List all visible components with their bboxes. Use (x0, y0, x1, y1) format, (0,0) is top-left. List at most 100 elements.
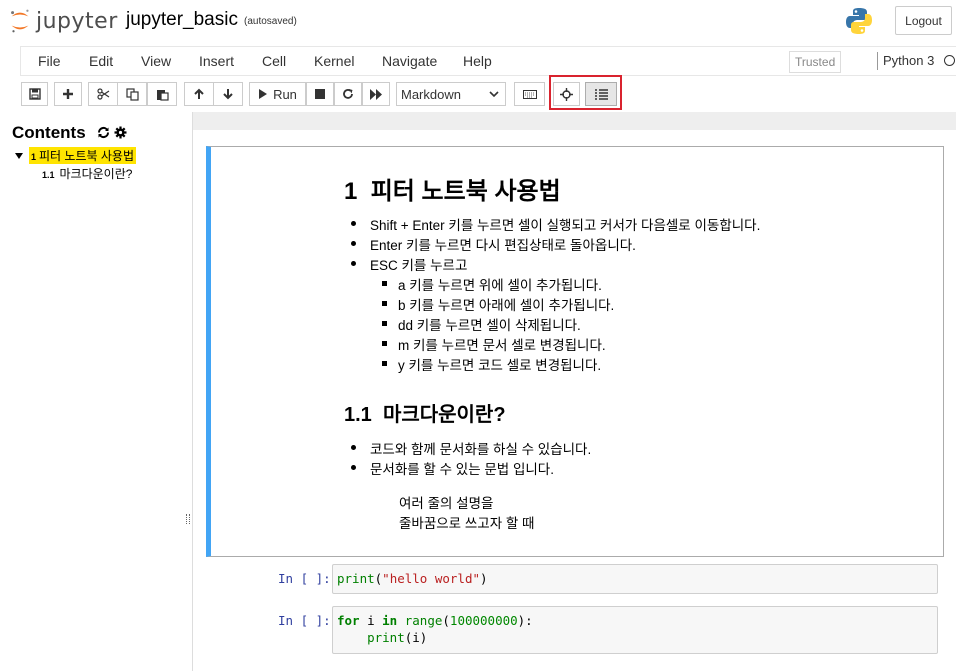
insert-cell-button[interactable] (54, 82, 82, 106)
python-logo-icon (846, 8, 872, 34)
menu-cell[interactable]: Cell (262, 53, 286, 69)
plus-icon (63, 89, 73, 99)
code-editor[interactable]: for i in range(100000000): print(i) (332, 606, 938, 654)
jupyter-logo-icon (11, 9, 29, 33)
input-prompt: In [ ]: (278, 613, 331, 628)
list-item: Enter 키를 누르면 다시 편집상태로 돌아옵니다. (370, 238, 636, 253)
list-item: Shift + Enter 키를 누르면 셀이 실행되고 커서가 다음셀로 이동… (370, 218, 761, 233)
heading-2: 1.1 마크다운이란? (344, 398, 506, 427)
list-item: 코드와 함께 문서화를 하실 수 있습니다. (370, 442, 592, 457)
code-string: "hello world" (382, 571, 481, 586)
menu-edit[interactable]: Edit (89, 53, 113, 69)
menubar: File Edit View Insert Cell Kernel Naviga… (20, 46, 956, 76)
menu-navigate[interactable]: Navigate (382, 53, 437, 69)
toc-item-label: 마크다운이란? (59, 167, 133, 181)
heading-number: 1 (344, 178, 358, 205)
logo-text: jupyter (36, 8, 118, 34)
preformatted-line: 여러 줄의 설명을 (399, 496, 494, 511)
keyboard-icon (522, 89, 537, 99)
copy-icon (125, 87, 139, 101)
input-prompt: In [ ]: (278, 571, 331, 586)
square-bullet-icon (382, 301, 387, 306)
code-line: print(i) (367, 630, 428, 645)
interrupt-button[interactable] (306, 82, 334, 106)
bullet-icon (351, 445, 356, 450)
trusted-indicator[interactable]: Trusted (789, 51, 842, 73)
menu-help[interactable]: Help (463, 53, 492, 69)
restart-icon (343, 89, 353, 99)
code-line: for i in range(100000000): (337, 613, 533, 628)
list-item: ESC 키를 누르고 (370, 258, 468, 273)
bullet-icon (351, 221, 356, 226)
toc-item-1[interactable]: 1 피터 노트북 사용법 (15, 147, 137, 164)
cell-type-select[interactable]: Markdown (396, 82, 506, 106)
notebook-header: jupyter jupyter_basic (autosaved) Logout (0, 0, 956, 46)
run-button[interactable]: Run (249, 82, 306, 106)
command-palette-button[interactable] (514, 82, 545, 106)
menu-kernel[interactable]: Kernel (314, 53, 354, 69)
square-bullet-icon (382, 341, 387, 346)
highlight-box (549, 75, 622, 110)
toc-item-1-1[interactable]: 1.1 마크다운이란? (42, 165, 132, 182)
restart-button[interactable] (334, 82, 362, 106)
code-cell[interactable]: In [ ]: for i in range(100000000): print… (206, 606, 944, 654)
sidebar-resize-handle[interactable] (186, 514, 190, 524)
kernel-name: Python 3 (883, 53, 935, 68)
toc-item-number: 1 (31, 152, 37, 162)
toc-title: Contents (12, 123, 86, 142)
menu-view[interactable]: View (141, 53, 171, 69)
sublist-item: b 키를 누르면 아래에 셀이 추가됩니다. (398, 298, 615, 313)
sublist-item: y 키를 누르면 코드 셀로 변경됩니다. (398, 358, 602, 373)
toc-item-number: 1.1 (42, 170, 55, 180)
toc-item-label: 피터 노트북 사용법 (39, 149, 135, 163)
cell-type-value: Markdown (401, 86, 461, 102)
bullet-icon (351, 241, 356, 246)
scissors-icon (96, 88, 109, 100)
save-button[interactable] (21, 82, 48, 106)
code-editor[interactable]: print("hello world") (332, 564, 938, 594)
notebook-title[interactable]: jupyter_basic (126, 9, 238, 31)
paste-icon (156, 89, 169, 101)
gear-icon[interactable] (114, 126, 127, 139)
sublist-item: a 키를 누르면 위에 셀이 추가됩니다. (398, 278, 602, 293)
copy-button[interactable] (117, 82, 147, 106)
kernel-idle-icon (944, 55, 955, 66)
notebook-top-strip (193, 112, 956, 130)
sublist-item: m 키를 누르면 문서 셀로 변경됩니다. (398, 338, 606, 353)
list-item: 문서화를 할 수 있는 문법 입니다. (370, 462, 554, 477)
cut-button[interactable] (88, 82, 118, 106)
arrow-down-icon (223, 89, 233, 100)
logout-button[interactable]: Logout (895, 6, 952, 35)
play-icon (259, 89, 268, 99)
toc-sidebar: Contents 1 피터 노트북 사용법 1.1 마크다운이란? (0, 112, 193, 671)
heading-number: 1.1 (344, 404, 372, 426)
chevron-down-icon (489, 91, 499, 98)
code-cell[interactable]: In [ ]: print("hello world") (206, 564, 944, 594)
square-bullet-icon (382, 361, 387, 366)
move-down-button[interactable] (213, 82, 243, 106)
heading-text: 피터 노트북 사용법 (370, 178, 561, 205)
autosave-status: (autosaved) (244, 16, 297, 27)
toc-item-highlight: 1 피터 노트북 사용법 (29, 147, 137, 164)
jupyter-logo[interactable]: jupyter (8, 6, 118, 36)
bullet-icon (351, 261, 356, 266)
stop-icon (315, 89, 325, 99)
heading-text: 마크다운이란? (382, 404, 506, 426)
restart-run-all-button[interactable] (362, 82, 390, 106)
paste-button[interactable] (147, 82, 177, 106)
save-icon (28, 88, 41, 100)
menu-insert[interactable]: Insert (199, 53, 234, 69)
run-label: Run (273, 86, 297, 102)
square-bullet-icon (382, 281, 387, 286)
markdown-cell[interactable]: 1 피터 노트북 사용법 Shift + Enter 키를 누르면 셀이 실행되… (206, 146, 944, 557)
toolbar: Run Markdown (20, 75, 956, 110)
toc-icons (97, 126, 127, 139)
kernel-separator (877, 52, 878, 70)
heading-1: 1 피터 노트북 사용법 (344, 171, 561, 206)
fast-forward-icon (369, 88, 382, 100)
menu-file[interactable]: File (38, 53, 61, 69)
caret-down-icon[interactable] (15, 152, 23, 159)
square-bullet-icon (382, 321, 387, 326)
move-up-button[interactable] (184, 82, 214, 106)
refresh-icon[interactable] (97, 126, 110, 139)
